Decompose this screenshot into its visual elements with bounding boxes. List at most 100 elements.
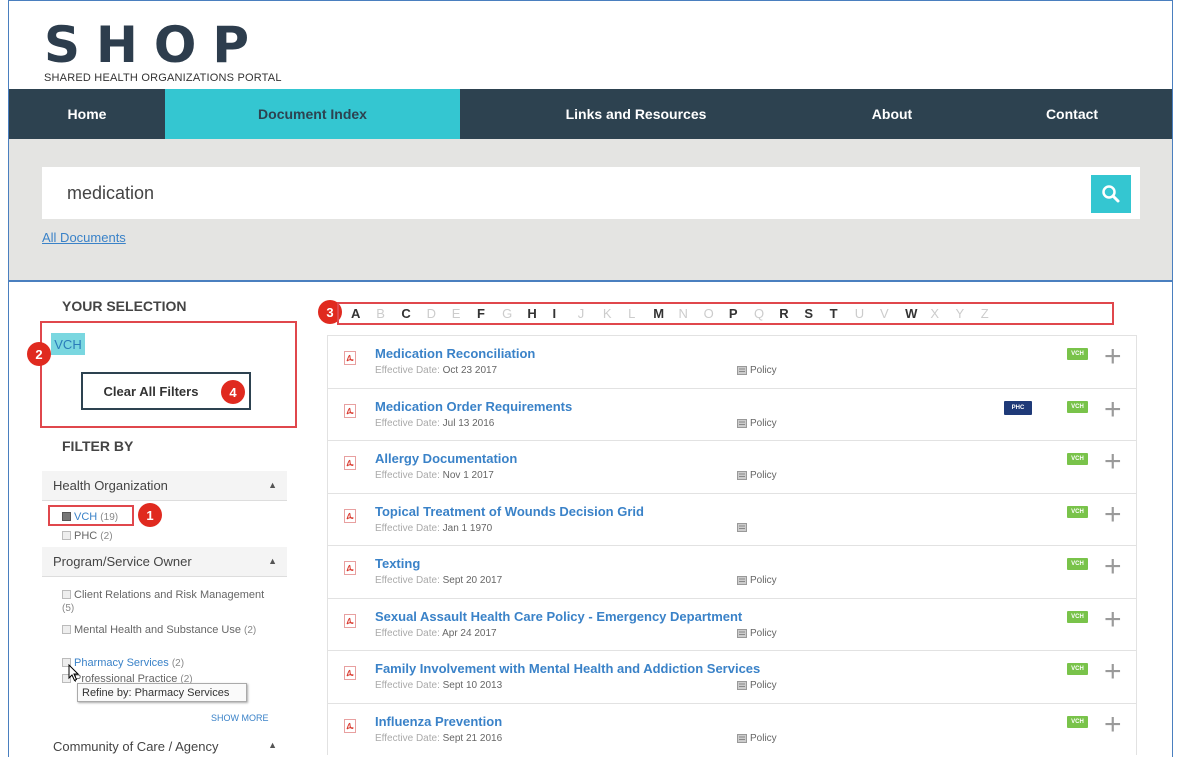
document-type-icon [737,733,747,743]
alphabet-letter-q: Q [754,306,765,321]
logo-wordmark: SHOP [44,16,266,74]
all-documents-link[interactable]: All Documents [42,230,126,245]
add-plus-icon[interactable]: + [1104,552,1122,582]
search-button[interactable] [1091,175,1131,213]
result-title-link[interactable]: Allergy Documentation [375,451,517,466]
effective-date-label: Effective Date: [375,365,440,376]
result-title-link[interactable]: Topical Treatment of Wounds Decision Gri… [375,504,644,519]
add-plus-icon[interactable]: + [1104,604,1122,635]
result-doc-type: Policy [737,733,777,744]
facet-community-of-care[interactable]: Community of Care / Agency ▲ [42,731,287,757]
vch-tag: VCH [1067,505,1088,518]
nav-links-resources[interactable]: Links and Resources [460,89,812,139]
effective-date-value: Oct 23 2017 [442,365,498,376]
facet-health-organization[interactable]: Health Organization ▲ [42,471,287,501]
facet-option-client-relations[interactable]: Client Relations and Risk Management (5) [62,589,277,615]
result-title-link[interactable]: Family Involvement with Mental Health an… [375,661,760,676]
nav-about[interactable]: About [812,89,972,139]
add-plus-icon[interactable]: + [1104,499,1122,530]
result-doc-type: Policy [737,365,777,376]
checkbox-icon[interactable] [62,625,71,634]
result-row[interactable]: Allergy Documentation Effective Date: Nov… [327,440,1137,493]
add-plus-icon[interactable]: + [1104,657,1122,687]
pdf-icon [344,613,356,628]
nav-home[interactable]: Home [9,89,165,139]
effective-date-value: Sept 21 2016 [442,732,503,744]
facet-label: Community of Care / Agency [53,738,219,754]
facet-option-label: Mental Health and Substance Use [74,624,241,636]
alphabet-letter-r[interactable]: R [779,306,804,321]
facet-option-label: Pharmacy Services [74,657,169,669]
doc-type-label: Policy [750,732,777,744]
alphabet-letter-p[interactable]: P [729,306,754,321]
chevron-up-icon[interactable]: ▲ [268,480,277,490]
result-title-link[interactable]: Texting [375,556,420,571]
doc-type-label: Policy [750,417,777,429]
site-logo[interactable]: SHOP SHARED HEALTH ORGANIZATIONS PORTAL [44,20,282,84]
alphabet-letter-o: O [703,306,714,321]
checkbox-icon[interactable] [62,531,71,540]
effective-date-value: Sept 20 2017 [442,575,503,586]
facet-option-pharmacy[interactable]: Pharmacy Services (2) [62,657,184,670]
result-title-link[interactable]: Influenza Prevention [375,714,502,729]
pdf-icon [344,456,356,470]
add-plus-icon[interactable]: + [1104,342,1122,372]
selected-filter-chip[interactable]: VCH [51,333,85,355]
result-row[interactable]: Topical Treatment of Wounds Decision Gri… [327,492,1137,545]
alphabet-letter-c[interactable]: C [401,306,426,321]
facet-option-label: Client Relations and Risk Management [74,589,265,601]
result-row[interactable]: Sexual Assault Health Care Policy - Emer… [327,597,1137,650]
result-title-link[interactable]: Medication Order Requirements [375,399,572,414]
doc-type-label: Policy [750,680,777,691]
alphabet-letter-f[interactable]: F [477,306,502,321]
effective-date-label: Effective Date: [375,417,440,429]
alphabet-letter-s[interactable]: S [804,306,829,321]
result-effective-date: Effective Date: Jan 1 1970 [375,523,492,534]
result-title-link[interactable]: Sexual Assault Health Care Policy - Emer… [375,609,742,624]
facet-option-mental-health[interactable]: Mental Health and Substance Use (2) [62,624,287,637]
alphabet-letter-g: G [502,306,513,321]
pdf-icon [344,666,356,680]
document-type-icon [737,576,747,585]
facet-option-label: VCH [74,511,98,523]
your-selection-heading: YOUR SELECTION [62,298,187,314]
result-row[interactable]: Family Involvement with Mental Health an… [327,650,1137,703]
alphabet-letter-a[interactable]: A [351,306,376,321]
facet-option-count: (2) [100,531,113,542]
show-more-link[interactable]: SHOW MORE [211,713,269,723]
vch-tag: VCH [1067,453,1088,465]
nav-document-index[interactable]: Document Index [165,89,460,139]
result-row[interactable]: Texting Effective Date: Sept 20 2017 Polic… [327,545,1137,598]
checkbox-checked-icon[interactable] [62,512,71,521]
refine-tooltip: Refine by: Pharmacy Services [77,683,247,702]
facet-program-service-owner[interactable]: Program/Service Owner ▲ [42,547,287,577]
alphabet-letter-i[interactable]: I [553,306,578,321]
add-plus-icon[interactable]: + [1104,394,1122,425]
result-doc-type [737,522,750,532]
document-type-icon [737,628,747,638]
result-title-link[interactable]: Medication Reconciliation [375,346,535,361]
alphabet-letter-w[interactable]: W [905,306,930,321]
callout-badge-4: 4 [221,380,245,404]
callout-badge-2: 2 [27,342,51,366]
document-type-icon [737,418,747,428]
alphabet-letter-m[interactable]: M [653,306,678,321]
add-plus-icon[interactable]: + [1104,447,1122,477]
nav-contact[interactable]: Contact [972,89,1172,139]
result-row[interactable]: Medication Reconciliation Effective Date:… [327,335,1137,388]
facet-option-vch[interactable]: VCH (19) [62,511,118,524]
result-row[interactable]: Medication Order Requirements Effective D… [327,387,1137,440]
alphabet-letter-j: J [577,306,585,321]
alphabet-letter-v: V [879,306,889,321]
chevron-up-icon[interactable]: ▲ [268,556,277,566]
search-input[interactable] [42,167,1082,219]
alphabet-letter-l: L [628,306,636,321]
chevron-up-icon[interactable]: ▲ [268,740,277,750]
alphabet-letter-t[interactable]: T [830,306,855,321]
result-row[interactable]: Influenza Prevention Effective Date: Sept… [327,702,1137,755]
alphabet-letter-h[interactable]: H [527,306,552,321]
facet-option-phc[interactable]: PHC (2) [62,530,113,543]
results-list: Medication Reconciliation Effective Date:… [327,335,1137,755]
checkbox-icon[interactable] [62,590,71,599]
add-plus-icon[interactable]: + [1104,709,1122,740]
